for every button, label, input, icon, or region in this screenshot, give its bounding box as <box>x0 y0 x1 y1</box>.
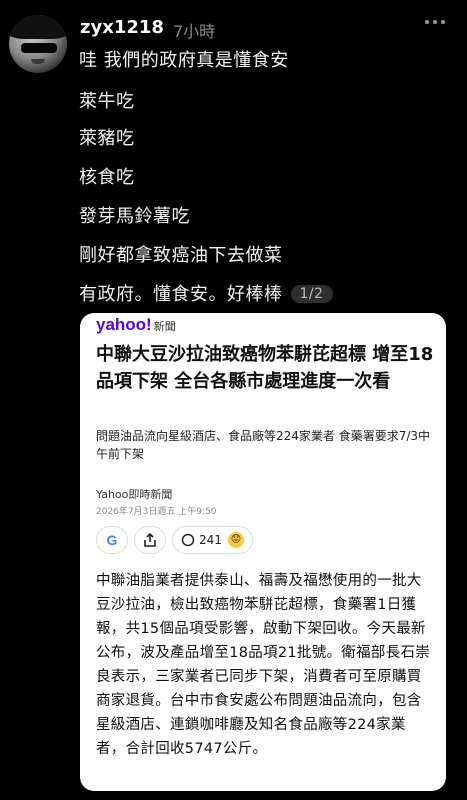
google-icon: G <box>106 532 118 548</box>
article-date: 2026年7月3日週五 上午9:50 <box>96 507 217 517</box>
yahoo-brand-sub: 新聞 <box>153 321 176 333</box>
share-button[interactable] <box>134 526 166 554</box>
post-line: 萊牛吃 <box>79 91 135 112</box>
username[interactable]: zyx1218 <box>80 17 164 38</box>
post-line: 核食吃 <box>79 167 135 188</box>
avatar-hair <box>9 15 67 39</box>
post-line-text: 有政府。懂食安。好棒棒 <box>79 284 283 305</box>
yahoo-news-logo: yahoo! 新聞 <box>96 315 176 335</box>
comment-icon <box>181 533 195 547</box>
more-icon[interactable] <box>425 20 445 24</box>
avatar-glasses <box>21 43 57 53</box>
share-icon <box>144 533 156 547</box>
avatar[interactable] <box>9 15 67 73</box>
yahoo-brand: yahoo! <box>96 315 152 334</box>
avatar-mouth <box>31 59 45 64</box>
google-button[interactable]: G <box>96 526 128 554</box>
news-card-image[interactable]: yahoo! 新聞 中聯大豆沙拉油致癌物苯駢芘超標 增至18品項下架 全台各縣市處… <box>80 313 446 791</box>
article-headline: 中聯大豆沙拉油致癌物苯駢芘超標 增至18品項下架 全台各縣市處理進度一次看 <box>96 344 434 392</box>
post-line: 剛好都拿致癌油下去做菜 <box>79 245 283 266</box>
post-line: 萊豬吃 <box>79 128 135 149</box>
article-source: Yahoo即時新聞 <box>96 488 173 501</box>
post-line: 發芽馬鈴薯吃 <box>79 206 190 227</box>
image-counter: 1/2 <box>290 285 333 303</box>
article-subheadline: 問題油品流向星級酒店、食品廠等224家業者 食藥署要求7/3中午前下架 <box>96 429 431 461</box>
article-body: 中聯油脂業者提供泰山、福壽及福懋使用的一批大豆沙拉油，檢出致癌物苯駢芘超標，食藥… <box>96 573 431 757</box>
article-actions: G 241 😟 <box>96 526 253 556</box>
reaction-icon: 😟 <box>227 532 244 548</box>
post-line-last: 有政府。懂食安。好棒棒 1/2 <box>79 280 333 306</box>
comment-count: 241 <box>199 533 222 547</box>
post-line: 哇 我們的政府真是懂食安 <box>79 50 289 71</box>
post-time: 7小時 <box>173 22 216 41</box>
comment-button[interactable]: 241 😟 <box>172 526 253 554</box>
